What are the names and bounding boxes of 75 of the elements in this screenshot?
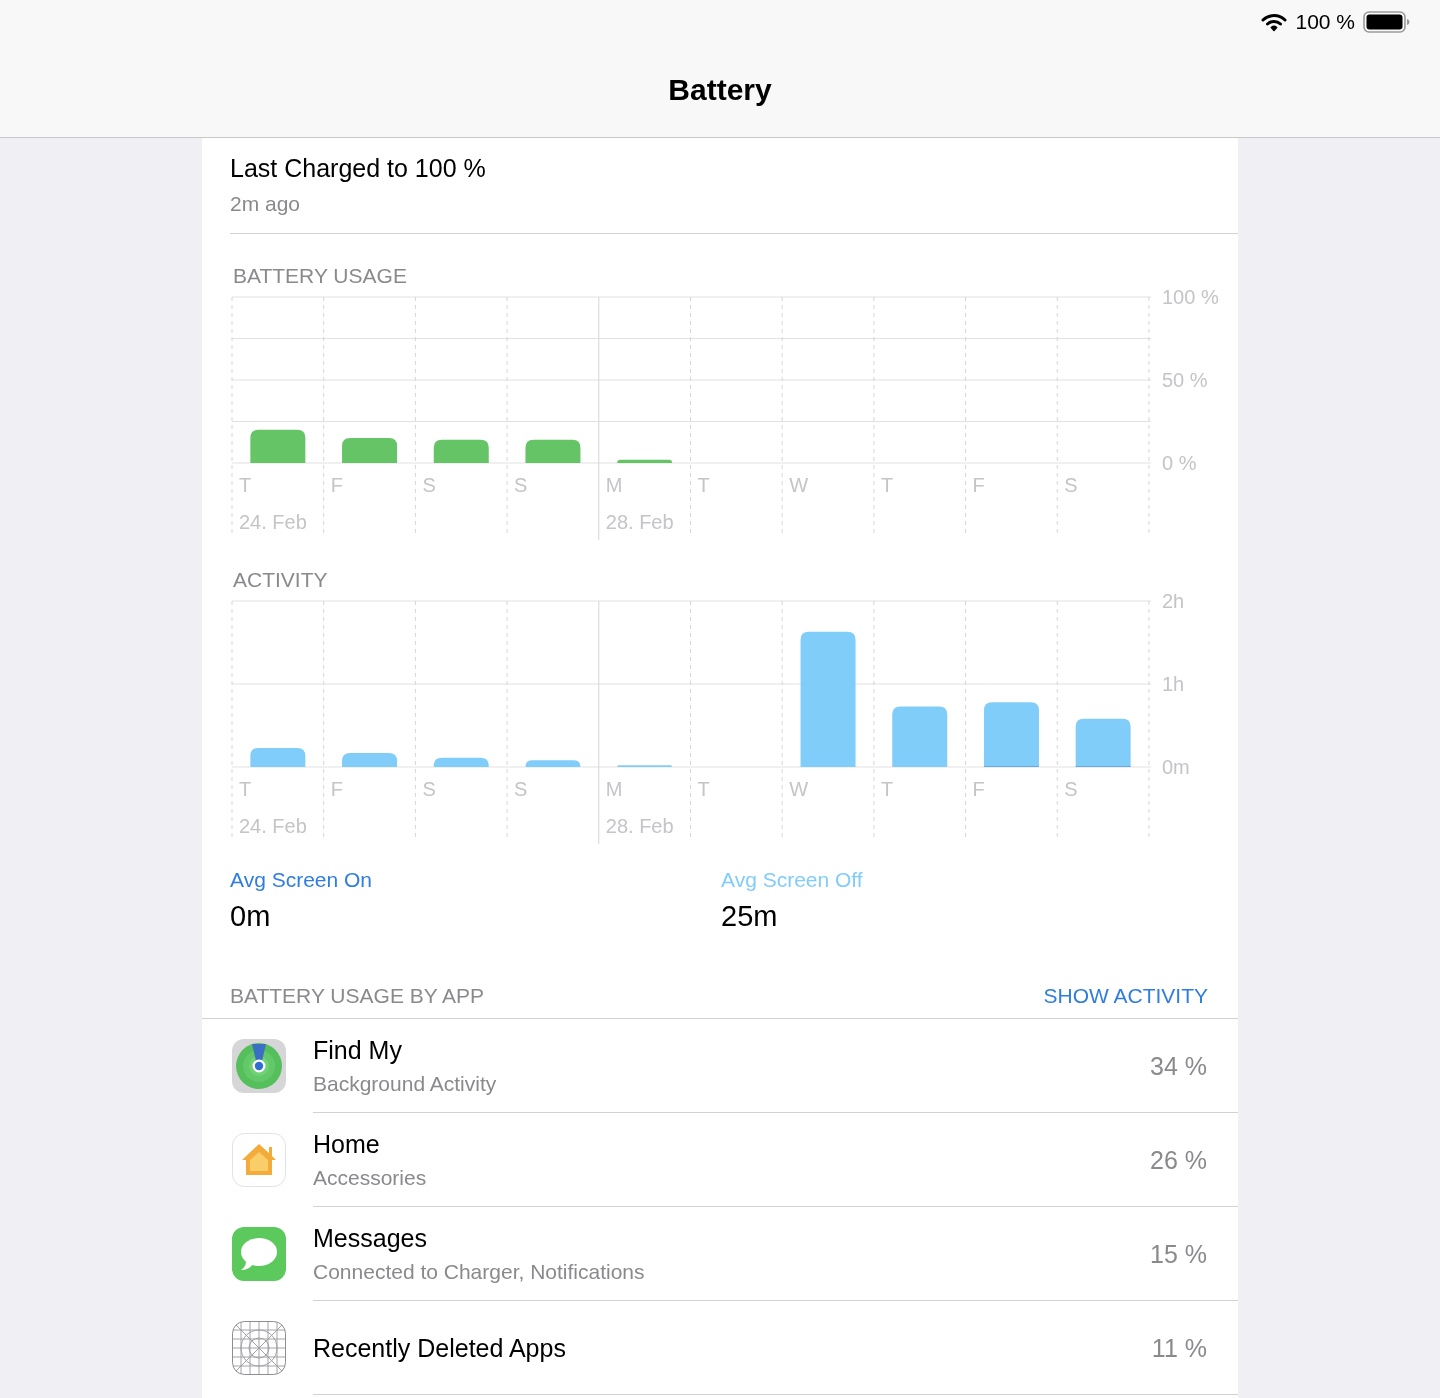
- axis-label: 1h: [1162, 673, 1185, 695]
- day-label: F: [330, 474, 343, 496]
- usage-bar: [250, 429, 306, 463]
- show-activity-link[interactable]: SHOW ACTIVITY: [1043, 982, 1208, 1010]
- usage-bar: [617, 459, 673, 463]
- app-name: Find My: [313, 1034, 402, 1066]
- day-label: T: [697, 474, 710, 496]
- day-label: W: [789, 474, 809, 496]
- date-label: 24. Feb: [239, 511, 307, 533]
- day-label: S: [422, 474, 436, 496]
- app-row[interactable]: Messages Connected to Charger, Notifications 15 %: [202, 1207, 1238, 1301]
- app-usage-percentage: 26 %: [1150, 1144, 1207, 1176]
- app-usage-percentage: 11 %: [1151, 1332, 1207, 1364]
- day-label: S: [422, 778, 436, 800]
- usage-bar: [525, 439, 581, 463]
- screen-off-bar: [983, 702, 1039, 767]
- last-charged-title: Last Charged to 100 %: [230, 153, 486, 184]
- app-row[interactable]: Find My Background Activity 34 %: [202, 1019, 1238, 1113]
- page-title: Battery: [668, 71, 772, 108]
- axis-label: 50 %: [1162, 369, 1208, 391]
- app-usage-percentage: 34 %: [1150, 1050, 1207, 1082]
- day-label: S: [1064, 474, 1078, 496]
- last-charged-time: 2m ago: [230, 191, 301, 217]
- day-label: M: [605, 778, 623, 800]
- date-label: 28. Feb: [605, 511, 674, 533]
- axis-label: 0 %: [1162, 452, 1197, 474]
- app-row[interactable]: Home Accessories 26 %: [202, 1113, 1238, 1207]
- axis-label: 2h: [1162, 594, 1185, 612]
- day-label: T: [239, 474, 252, 496]
- usage-bar: [342, 438, 398, 463]
- app-activity-detail: Connected to Charger, Notifications: [313, 1258, 645, 1285]
- usage-bar: [433, 439, 489, 463]
- battery-percentage: 100 %: [1295, 9, 1355, 35]
- day-label: T: [880, 474, 894, 496]
- app-activity-detail: Accessories: [313, 1164, 427, 1191]
- average-label: Avg Screen Off: [721, 867, 863, 893]
- wifi-icon: [1261, 12, 1288, 32]
- section-title: ACTIVITY: [232, 567, 328, 593]
- axis-label: 0m: [1162, 756, 1190, 778]
- average-label: Avg Screen On: [230, 867, 373, 893]
- day-label: S: [1064, 778, 1078, 800]
- screen-off-bar: [433, 757, 489, 767]
- section-title: BATTERY USAGE: [232, 263, 407, 289]
- day-label: M: [605, 474, 623, 496]
- day-label: T: [697, 778, 710, 800]
- app-activity-detail: Background Activity: [313, 1070, 497, 1097]
- day-label: W: [789, 778, 809, 800]
- date-label: 28. Feb: [605, 815, 674, 837]
- app-row[interactable]: Recently Deleted Apps 11 %: [202, 1301, 1238, 1395]
- app-name: Recently Deleted Apps: [313, 1332, 566, 1364]
- battery-icon: [1363, 11, 1410, 33]
- screen-off-bar: [892, 706, 948, 767]
- day-label: S: [514, 778, 528, 800]
- day-label: S: [514, 474, 528, 496]
- day-label: F: [972, 474, 985, 496]
- axis-label: 100 %: [1162, 290, 1219, 308]
- average-value: 0m: [230, 899, 271, 934]
- day-label: F: [330, 778, 343, 800]
- house-icon: [232, 1133, 286, 1187]
- screen-off-bar: [342, 752, 398, 767]
- date-label: 24. Feb: [239, 815, 307, 837]
- day-label: F: [972, 778, 985, 800]
- speech-bubble-icon: [232, 1227, 286, 1281]
- day-label: T: [880, 778, 894, 800]
- location-rings-icon: [232, 1039, 286, 1093]
- screen-off-bar: [525, 760, 581, 767]
- screen-off-bar: [1075, 718, 1131, 767]
- day-label: T: [239, 778, 252, 800]
- app-usage-percentage: 15 %: [1150, 1238, 1207, 1270]
- section-title: BATTERY USAGE BY APP: [230, 983, 485, 1009]
- app-name: Home: [313, 1128, 380, 1160]
- icon-grid-icon: [232, 1321, 286, 1375]
- screen-off-bar: [250, 747, 306, 767]
- average-value: 25m: [721, 899, 778, 934]
- app-name: Messages: [313, 1222, 427, 1254]
